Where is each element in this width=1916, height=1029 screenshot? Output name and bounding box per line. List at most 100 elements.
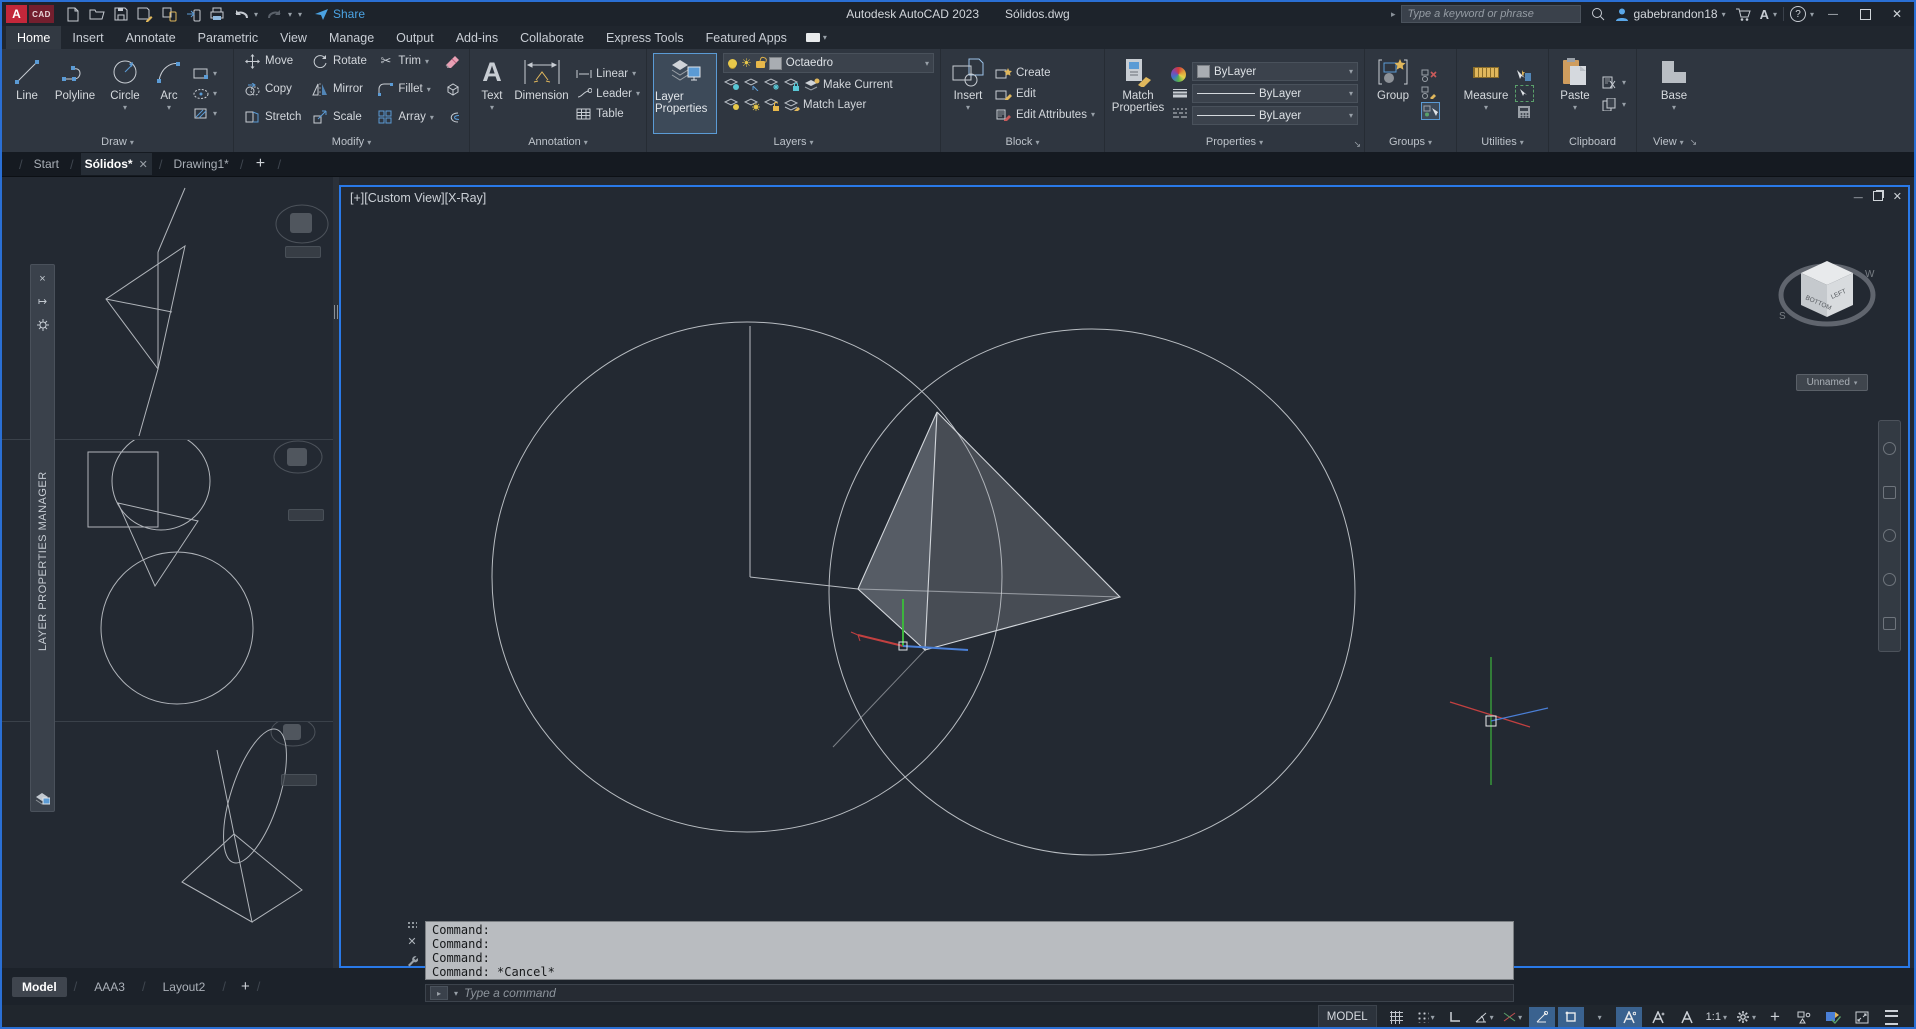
ellipse-button[interactable] — [192, 85, 217, 102]
save-as-button[interactable] — [134, 4, 156, 24]
graphics-performance-button[interactable] — [1820, 1007, 1846, 1027]
lineweight-dropdown[interactable]: ByLayer — [1192, 84, 1358, 103]
panel-label-properties[interactable]: Properties — [1105, 135, 1364, 152]
offset-button[interactable] — [444, 109, 465, 126]
edit-block-button[interactable]: Edit — [995, 85, 1095, 102]
linetype-dropdown[interactable]: ByLayer — [1192, 106, 1358, 125]
fillet-button[interactable]: Fillet — [377, 81, 437, 98]
group-selection-toggle[interactable] — [1421, 101, 1440, 120]
layer-on-all-icon[interactable] — [723, 97, 740, 112]
group-edit-icon[interactable] — [1421, 85, 1438, 100]
annotation-visibility-toggle[interactable] — [1615, 1007, 1642, 1027]
zoom-icon[interactable] — [1883, 529, 1896, 543]
steering-wheel-icon[interactable] — [1883, 442, 1896, 456]
panel-label-block[interactable]: Block — [941, 135, 1104, 152]
edit-attributes-button[interactable]: Edit Attributes — [995, 106, 1095, 123]
command-recent-caret[interactable] — [454, 989, 458, 998]
layer-color-swatch[interactable] — [768, 56, 782, 70]
base-button[interactable]: Base — [1651, 52, 1697, 135]
mirror-button[interactable]: Mirror — [312, 81, 370, 98]
app-store-cart-icon[interactable] — [1732, 4, 1754, 24]
object-snap-toggle[interactable] — [1557, 1007, 1584, 1027]
layer-thaw-icon[interactable]: ☀ — [741, 57, 752, 69]
object-color-dropdown[interactable]: ByLayer — [1192, 62, 1358, 81]
move-button[interactable]: Move — [244, 53, 305, 70]
object-snap-dropdown[interactable] — [1587, 1007, 1613, 1027]
tab-featured-apps[interactable]: Featured Apps — [695, 26, 798, 49]
viewport1-view-pill[interactable] — [285, 246, 321, 258]
command-prompt-text[interactable]: Type a command — [464, 986, 556, 1000]
layer-unlock-all-icon[interactable] — [763, 97, 780, 112]
rectangle-button[interactable] — [192, 65, 217, 82]
properties-expander[interactable] — [1353, 139, 1361, 150]
tab-annotate[interactable]: Annotate — [115, 26, 187, 49]
group-button[interactable]: Group — [1369, 52, 1417, 135]
minimize-button[interactable] — [1820, 4, 1846, 24]
annotation-autoscale-toggle[interactable] — [1645, 1007, 1671, 1027]
select-similar-icon[interactable] — [1515, 85, 1534, 102]
trim-button[interactable]: ✂ Trim — [377, 53, 437, 70]
showmotion-icon[interactable] — [1883, 616, 1896, 630]
command-input-bar[interactable]: ▸ Type a command — [425, 984, 1514, 1002]
save-button[interactable] — [110, 4, 132, 24]
customization-plus-button[interactable]: + — [1762, 1007, 1788, 1027]
ortho-toggle[interactable] — [1442, 1007, 1468, 1027]
redo-button[interactable] — [264, 4, 286, 24]
file-tab-drawing1[interactable]: Drawing1* — [169, 153, 232, 175]
cut-button[interactable] — [1601, 74, 1626, 91]
close-tab-icon[interactable] — [139, 158, 148, 171]
command-history[interactable]: Command: Command: Command: Command: *Can… — [425, 921, 1514, 980]
layout-tab-layout2[interactable]: Layout2 — [153, 977, 216, 997]
polyline-button[interactable]: Polyline — [50, 52, 100, 135]
open-from-web-button[interactable] — [158, 4, 180, 24]
file-tab-start[interactable]: Start — [30, 153, 63, 175]
ungroup-icon[interactable] — [1421, 68, 1438, 83]
customization-menu-button[interactable] — [1878, 1007, 1904, 1027]
redo-dropdown[interactable] — [288, 10, 296, 19]
layout-tab-aaa3[interactable]: AAA3 — [84, 977, 135, 997]
annotation-scale-icon-button[interactable] — [1674, 1007, 1700, 1027]
layer-dropdown[interactable]: ☀ Octaedro — [723, 53, 934, 73]
circle-button[interactable]: Circle — [102, 52, 148, 135]
dimension-button[interactable]: Dimension — [512, 52, 571, 135]
tab-view[interactable]: View — [269, 26, 318, 49]
autocad-logo[interactable]: A — [6, 5, 27, 23]
layer-isolate-icon[interactable] — [743, 77, 760, 92]
layout-tab-model[interactable]: Model — [12, 976, 67, 997]
layer-unlock-icon[interactable] — [755, 61, 765, 68]
help-menu[interactable]: ? — [1789, 6, 1814, 22]
undo-button[interactable] — [230, 4, 252, 24]
copy-clip-button[interactable] — [1601, 96, 1626, 113]
file-tab-solidos[interactable]: Sólidos* — [80, 153, 152, 175]
linear-button[interactable]: Linear — [575, 65, 640, 82]
maximize-button[interactable] — [1852, 4, 1878, 24]
table-button[interactable]: Table — [575, 105, 640, 122]
quick-select-icon[interactable] — [1515, 68, 1532, 83]
autocad-logo-cad[interactable]: CAD — [29, 5, 54, 23]
orbit-icon[interactable] — [1883, 573, 1896, 587]
quick-calc-icon[interactable] — [1515, 104, 1532, 119]
navigation-bar[interactable] — [1878, 420, 1901, 652]
tab-addins[interactable]: Add-ins — [445, 26, 509, 49]
command-window-rail[interactable] — [403, 921, 421, 999]
snap-mode-toggle[interactable] — [1413, 1007, 1439, 1027]
palette-close-icon[interactable]: × — [39, 272, 45, 285]
search-input[interactable] — [1401, 5, 1582, 23]
search-expand-arrow[interactable]: ▸ — [1391, 9, 1396, 20]
command-customize-icon[interactable] — [406, 955, 418, 967]
array-button[interactable]: Array — [377, 109, 437, 126]
named-view-pill[interactable]: Unnamed — [1796, 374, 1868, 391]
copy-button[interactable]: Copy — [244, 81, 305, 98]
ribbon-display-toggle[interactable] — [798, 26, 835, 49]
new-layout-button[interactable]: + — [241, 978, 250, 995]
viewport2-view-pill[interactable] — [288, 509, 324, 521]
layer-on-icon[interactable] — [728, 58, 737, 68]
tab-insert[interactable]: Insert — [61, 26, 114, 49]
match-properties-button[interactable]: Match Properties — [1109, 52, 1167, 135]
share-button[interactable]: Share — [314, 7, 365, 21]
new-file-button[interactable] — [62, 4, 84, 24]
rotate-button[interactable]: Rotate — [312, 53, 370, 70]
undo-dropdown[interactable] — [254, 10, 262, 19]
panel-label-annotation[interactable]: Annotation — [470, 135, 646, 152]
save-to-web-button[interactable] — [182, 4, 204, 24]
